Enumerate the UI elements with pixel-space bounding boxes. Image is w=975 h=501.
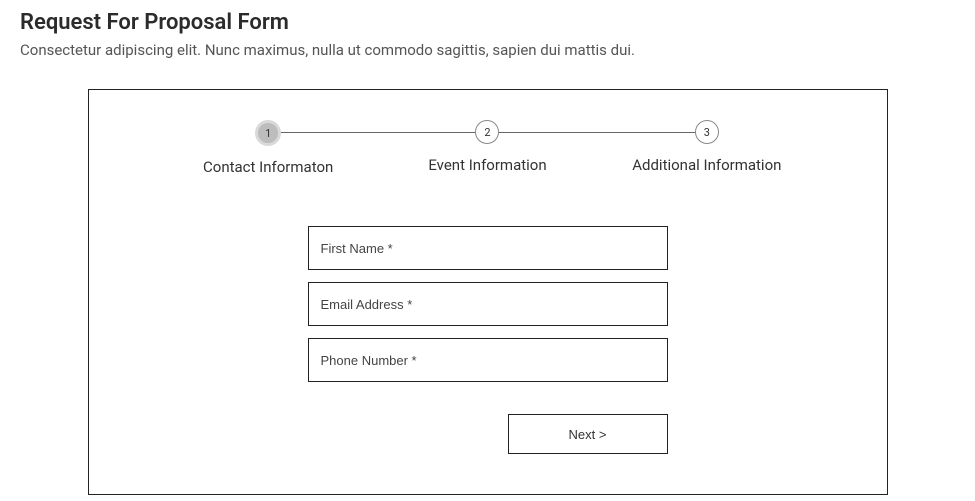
step-label: Additional Information xyxy=(632,156,781,174)
step-circle: 1 xyxy=(255,120,281,146)
form-fields: Next > xyxy=(308,226,668,454)
stepper: 1 Contact Informaton 2 Event Information… xyxy=(139,120,837,176)
button-row: Next > xyxy=(308,414,668,454)
step-label: Event Information xyxy=(428,156,546,174)
email-address-field[interactable] xyxy=(308,282,668,326)
step-additional-information[interactable]: 3 Additional Information xyxy=(597,120,816,174)
step-line xyxy=(487,132,706,133)
next-button[interactable]: Next > xyxy=(508,414,668,454)
step-circle: 2 xyxy=(475,120,499,144)
phone-number-field[interactable] xyxy=(308,338,668,382)
step-contact-information[interactable]: 1 Contact Informaton xyxy=(159,120,378,176)
form-container: 1 Contact Informaton 2 Event Information… xyxy=(88,89,888,495)
step-line xyxy=(268,132,487,133)
step-event-information[interactable]: 2 Event Information xyxy=(378,120,597,174)
page-description: Consectetur adipiscing elit. Nunc maximu… xyxy=(20,41,955,59)
page-title: Request For Proposal Form xyxy=(20,10,955,35)
step-label: Contact Informaton xyxy=(203,158,333,176)
first-name-field[interactable] xyxy=(308,226,668,270)
step-circle: 3 xyxy=(695,120,719,144)
